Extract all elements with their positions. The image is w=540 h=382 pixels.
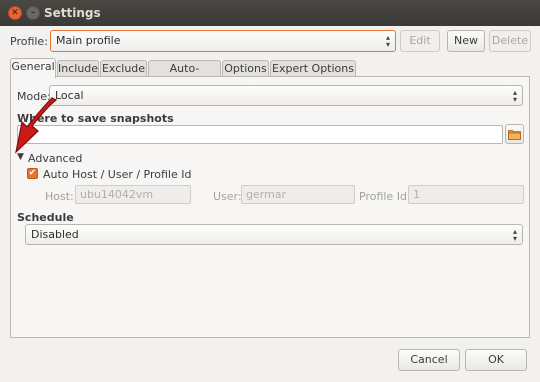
auto-host-checkbox[interactable]: ✔ [27, 168, 38, 179]
snapshot-path-input[interactable] [17, 125, 503, 144]
ok-button[interactable]: OK [465, 349, 527, 371]
folder-icon [508, 130, 521, 140]
general-panel: Mode: Local ▴ ▾ Where to save snapshots ▼… [10, 76, 530, 338]
minimize-icon[interactable]: – [26, 6, 40, 20]
profile-label: Profile: [10, 35, 48, 48]
profile-select-value: Main profile [56, 34, 121, 47]
new-profile-button[interactable]: New [447, 30, 485, 52]
close-icon[interactable]: ✕ [8, 6, 22, 20]
user-input[interactable]: germar [241, 185, 355, 204]
tab-auto-remove[interactable]: Auto-remove [148, 60, 221, 91]
host-input[interactable]: ubu14042vm [75, 185, 191, 204]
profile-select[interactable]: Main profile ▴ ▾ [50, 30, 396, 52]
tab-include[interactable]: Include [57, 60, 99, 77]
tab-exclude[interactable]: Exclude [100, 60, 147, 77]
profile-id-input[interactable]: 1 [408, 185, 524, 204]
auto-host-label[interactable]: Auto Host / User / Profile Id [43, 168, 191, 181]
profile-id-label: Profile Id: [359, 190, 411, 203]
title-bar: ✕ – Settings [0, 0, 540, 26]
tab-general[interactable]: General [10, 58, 56, 78]
annotation-arrow-icon [15, 97, 58, 154]
schedule-select[interactable]: Disabled ▴ ▾ [25, 224, 523, 245]
settings-content: Profile: Main profile ▴ ▾ Edit New Delete… [0, 26, 540, 382]
schedule-label: Schedule [17, 211, 74, 224]
user-label: User: [213, 190, 242, 203]
schedule-select-value: Disabled [31, 228, 79, 241]
window-title: Settings [44, 6, 101, 20]
browse-folder-button[interactable] [505, 124, 524, 144]
delete-profile-button[interactable]: Delete [489, 30, 531, 52]
combo-arrows-icon: ▴ ▾ [512, 88, 517, 104]
edit-profile-button[interactable]: Edit [400, 30, 440, 52]
tab-expert-options[interactable]: Expert Options [270, 60, 356, 77]
cancel-button[interactable]: Cancel [398, 349, 460, 371]
combo-arrows-icon: ▴ ▾ [512, 227, 517, 243]
combo-arrows-icon: ▴ ▾ [385, 33, 390, 49]
host-label: Host: [45, 190, 74, 203]
mode-select[interactable]: Local ▴ ▾ [49, 85, 523, 106]
tab-options[interactable]: Options [222, 60, 269, 77]
